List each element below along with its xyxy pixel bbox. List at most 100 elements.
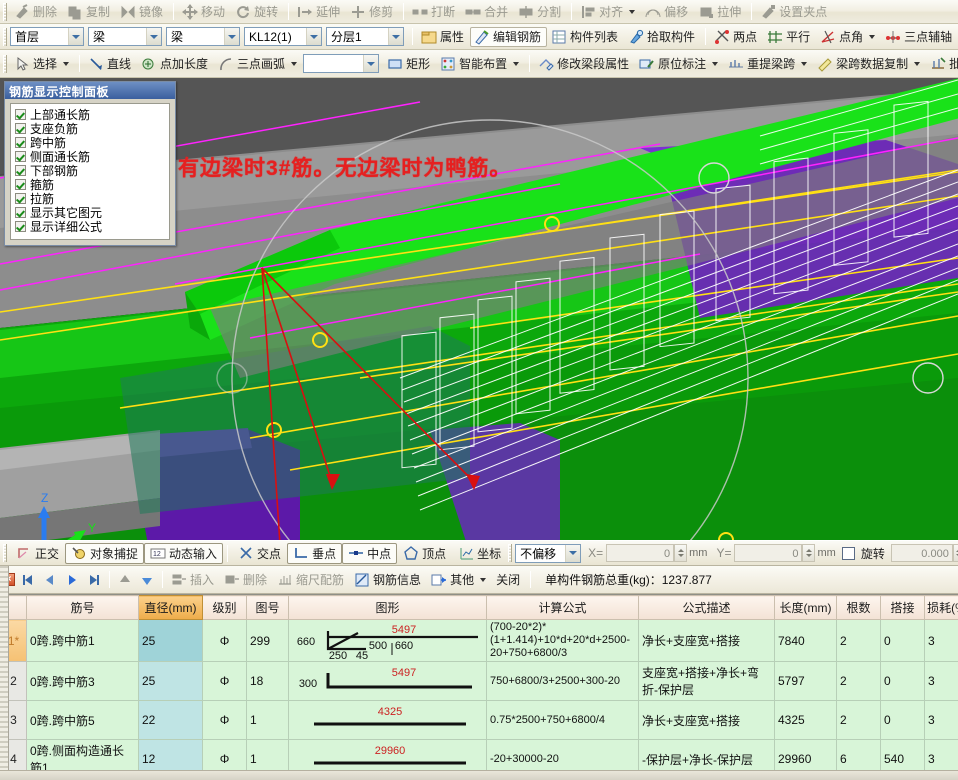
combo-floor[interactable]: 首层 <box>10 27 84 46</box>
combo-subcategory[interactable]: 梁 <box>166 27 240 46</box>
grade-cell[interactable]: Φ <box>202 661 247 701</box>
column-header-diameter[interactable]: 直径(mm) <box>138 595 203 620</box>
chevron-down-icon[interactable] <box>363 55 379 72</box>
offset-mode-combo[interactable]: 不偏移 <box>515 543 582 563</box>
count-cell[interactable]: 2 <box>836 700 881 740</box>
move-up-icon[interactable] <box>114 570 136 590</box>
button-point-angle[interactable]: 点角 <box>816 27 881 47</box>
length-cell[interactable]: 4325 <box>774 700 837 740</box>
draw-toolbar-grip[interactable] <box>3 54 7 73</box>
draw-span-data-copy[interactable]: 梁跨数据复制 <box>813 54 926 74</box>
checkbox-checked-icon[interactable] <box>15 192 26 204</box>
chevron-down-icon[interactable] <box>480 577 487 582</box>
snap-object-snap[interactable]: 对象捕捉 <box>65 542 145 564</box>
snap-midpoint-snap[interactable]: 中点 <box>342 542 398 564</box>
length-cell[interactable]: 5797 <box>774 661 837 701</box>
grade-cell[interactable]: Φ <box>202 619 247 662</box>
shape-diagram-cell[interactable]: 4325 <box>288 700 487 740</box>
loss-cell[interactable]: 3 <box>924 619 958 662</box>
name-cell[interactable]: 0跨.跨中筋5 <box>26 700 139 740</box>
snap-vertex-snap[interactable]: 顶点 <box>397 543 452 564</box>
button-properties[interactable]: 属性 <box>417 27 470 47</box>
column-header-count[interactable]: 根数 <box>836 595 881 620</box>
x-spinner[interactable] <box>674 544 688 562</box>
draw-arc[interactable]: 三点画弧 <box>214 54 303 74</box>
diameter-cell[interactable]: 22 <box>138 700 203 740</box>
checkbox-checked-icon[interactable] <box>15 220 26 232</box>
formula-cell[interactable]: 750+6800/3+2500+300-20 <box>486 661 639 701</box>
count-cell[interactable]: 2 <box>836 661 881 701</box>
draw-shape-combo[interactable] <box>303 54 380 73</box>
x-offset-input[interactable]: 0 <box>606 544 675 562</box>
checkbox-checked-icon[interactable] <box>15 136 26 148</box>
name-cell[interactable]: 0跨.跨中筋3 <box>26 661 139 701</box>
column-header-shapeno[interactable]: 图号 <box>246 595 289 620</box>
y-spinner[interactable] <box>802 544 816 562</box>
loss-cell[interactable]: 3 <box>924 700 958 740</box>
formula-cell[interactable]: 0.75*2500+750+6800/4 <box>486 700 639 740</box>
name-cell[interactable]: 0跨.跨中筋1 <box>26 619 139 662</box>
checkbox-checked-icon[interactable] <box>15 206 26 218</box>
chevron-down-icon[interactable] <box>63 61 70 66</box>
lap-cell[interactable]: 0 <box>880 619 925 662</box>
rebar-toggle-8[interactable]: 显示详细公式 <box>15 219 169 234</box>
rotate-input[interactable]: 0.000 <box>890 544 953 562</box>
snap-intersection-snap[interactable]: 交点 <box>232 543 287 564</box>
combo-layer[interactable]: 分层1 <box>326 27 404 46</box>
diameter-cell[interactable]: 25 <box>138 619 203 662</box>
combo-category[interactable]: 梁 <box>88 27 162 46</box>
chevron-down-icon[interactable] <box>388 28 403 45</box>
table-row[interactable]: 1* 0跨.跨中筋1 25 Φ 299 660 5497 500 250 45 660 … <box>0 619 958 662</box>
chevron-down-icon[interactable] <box>146 28 161 45</box>
snap-coordinate[interactable]: 坐标 <box>452 543 507 564</box>
offset-grip[interactable] <box>508 544 513 562</box>
chevron-down-icon[interactable] <box>712 61 719 66</box>
column-header-grade[interactable]: 级别 <box>202 595 247 620</box>
button-two-point-axis[interactable]: 两点 <box>710 27 763 47</box>
column-header-length[interactable]: 长度(mm) <box>774 595 837 620</box>
lap-cell[interactable]: 0 <box>880 661 925 701</box>
description-cell[interactable]: 净长+支座宽+搭接 <box>638 619 775 662</box>
prev-record-icon[interactable] <box>39 570 61 590</box>
checkbox-checked-icon[interactable] <box>15 108 26 120</box>
button-three-point-axis[interactable]: 三点辅轴 <box>881 27 958 47</box>
draw-re-extract-span[interactable]: 重提梁跨 <box>724 54 813 74</box>
draw-cursor[interactable]: 选择 <box>10 54 75 74</box>
draw-in-place-annotation[interactable]: 原位标注 <box>635 54 724 74</box>
table-row[interactable]: 3 0跨.跨中筋5 22 Φ 1 4325 0.75*2500+750+6800/4 净长… <box>0 700 958 740</box>
snap-dynamic-input[interactable]: 12 动态输入 <box>144 542 224 564</box>
table-row[interactable]: 2 0跨.跨中筋3 25 Φ 18 300 5497 750+6800/3+2500+3… <box>0 661 958 701</box>
grid-rebar-info[interactable]: 钢筋信息 <box>350 570 427 590</box>
formula-cell[interactable]: (700-20*2)*(1+1.414)+10*d+20*d+2500-20+7… <box>486 619 639 662</box>
chevron-down-icon[interactable] <box>801 61 808 66</box>
snap-ortho[interactable]: 正交 <box>10 543 65 564</box>
diameter-cell[interactable]: 25 <box>138 661 203 701</box>
column-header-loss[interactable]: 损耗(%) <box>924 595 958 620</box>
last-record-icon[interactable] <box>83 570 105 590</box>
draw-edit-beam-segment[interactable]: 修改梁段属性 <box>534 54 635 74</box>
column-header-shape[interactable]: 图形 <box>288 595 487 620</box>
checkbox-checked-icon[interactable] <box>15 122 26 134</box>
lap-cell[interactable]: 0 <box>880 700 925 740</box>
description-cell[interactable]: 净长+支座宽+搭接 <box>638 700 775 740</box>
rebar-display-control-panel[interactable]: 钢筋显示控制面板 上部通长筋 支座负筋 跨中筋 侧面通长筋 下部钢筋 箍筋 拉筋 显示其它图元… <box>4 81 176 246</box>
chevron-down-icon[interactable] <box>513 61 520 66</box>
shapeno-cell[interactable]: 299 <box>246 619 289 662</box>
shapeno-cell[interactable]: 18 <box>246 661 289 701</box>
column-header-formula[interactable]: 计算公式 <box>486 595 639 620</box>
column-header-lap[interactable]: 搭接 <box>880 595 925 620</box>
chevron-down-icon[interactable] <box>224 28 239 45</box>
draw-point-length[interactable]: 点加长度 <box>137 54 214 74</box>
rotate-spinner[interactable] <box>952 544 958 562</box>
chevron-down-icon[interactable] <box>869 34 876 39</box>
draw-smart-layout[interactable]: 智能布置 <box>436 54 525 74</box>
toolbar-grip[interactable] <box>3 2 7 21</box>
description-cell[interactable]: 支座宽+搭接+净长+弯折-保护层 <box>638 661 775 701</box>
loss-cell[interactable]: 3 <box>924 661 958 701</box>
next-record-icon[interactable] <box>61 570 83 590</box>
checkbox-checked-icon[interactable] <box>15 150 26 162</box>
button-edit-rebar[interactable]: 编辑钢筋 <box>470 26 548 47</box>
snapbar-grip[interactable] <box>3 544 7 562</box>
column-header-name[interactable]: 筋号 <box>26 595 139 620</box>
button-member-list[interactable]: 构件列表 <box>547 27 624 47</box>
